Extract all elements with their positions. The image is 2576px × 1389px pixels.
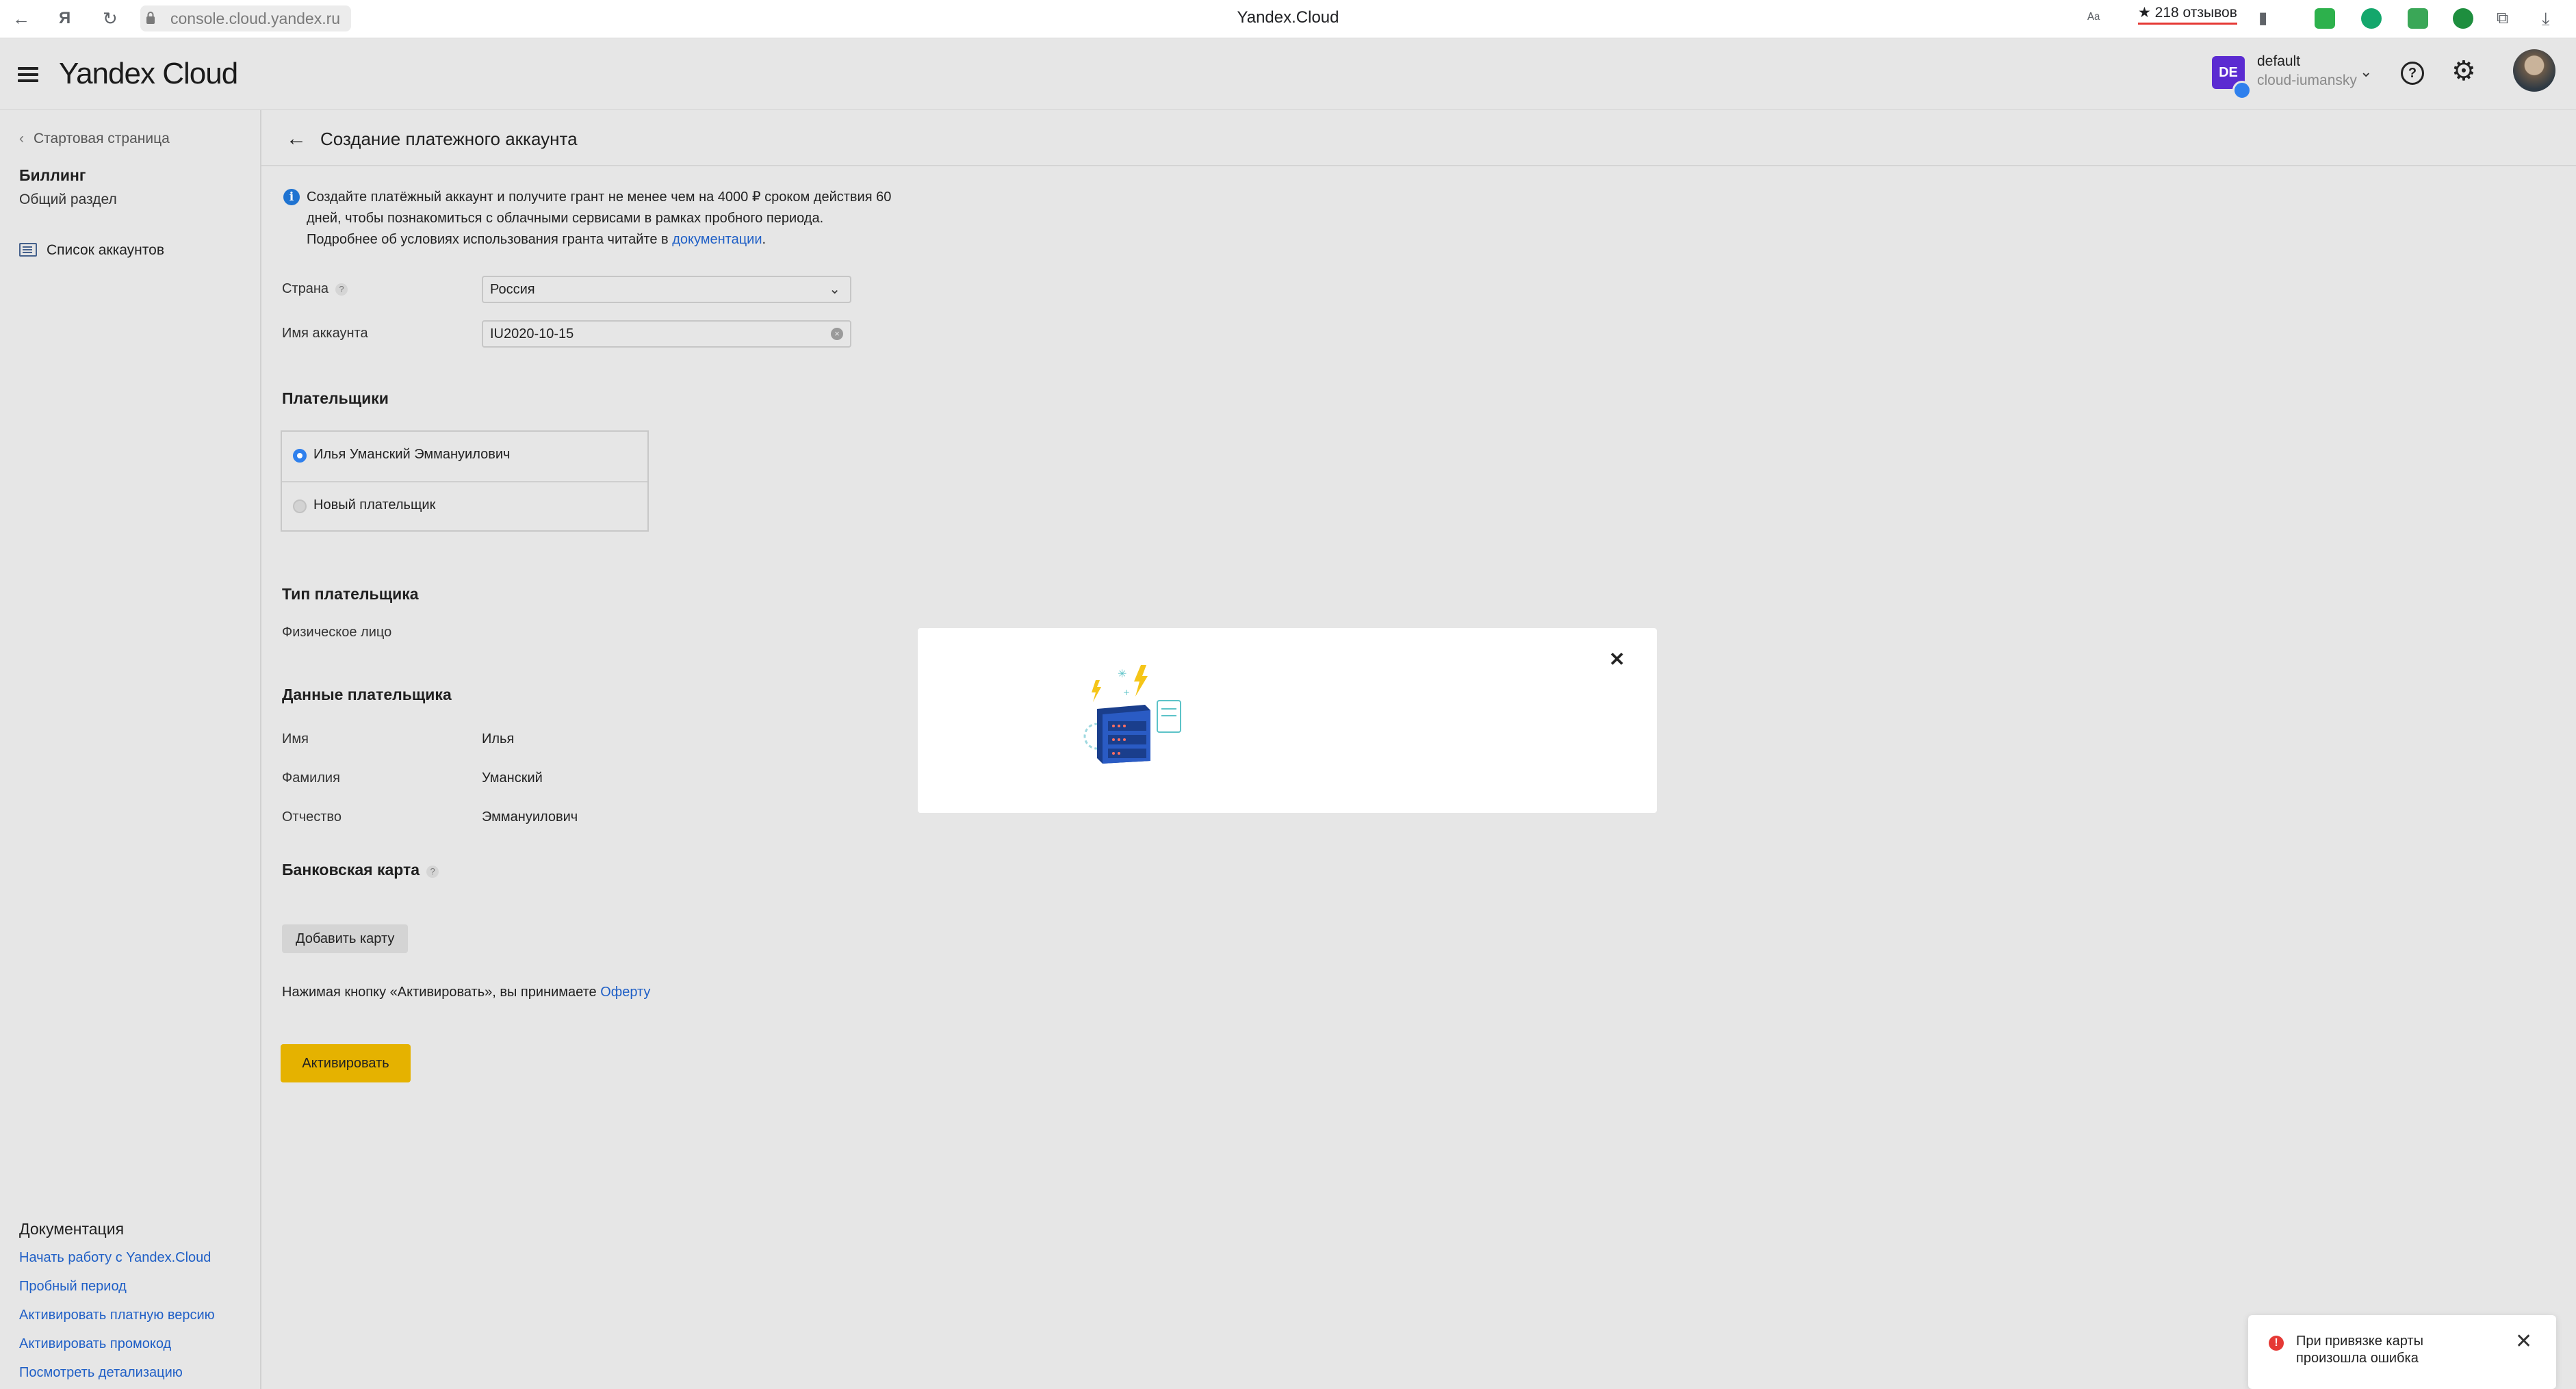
- section-title: Биллинг: [19, 166, 86, 184]
- logo-cloud: Cloud: [162, 57, 238, 90]
- payer-label: Новый плательщик: [313, 497, 436, 512]
- payer-type-heading: Тип плательщика: [282, 585, 419, 603]
- back-arrow-icon[interactable]: ←: [286, 127, 307, 150]
- app-header: Yandex Cloud DE default cloud-iumansky ⌄…: [0, 38, 2576, 110]
- patronymic-value: Эммануилович: [482, 809, 578, 825]
- country-select[interactable]: Россия ⌄: [482, 276, 851, 303]
- page-title-text: Создание платежного аккаунта: [320, 129, 578, 149]
- svg-text:+: +: [1123, 688, 1130, 697]
- doc-link[interactable]: Активировать промокод: [19, 1336, 171, 1352]
- account-name[interactable]: default: [2257, 53, 2300, 70]
- offer-text: Нажимая кнопку «Активировать», вы приним…: [282, 985, 650, 1000]
- error-icon: !: [2269, 1336, 2284, 1351]
- radio-unchecked-icon[interactable]: [293, 499, 307, 513]
- sidebar-item-accounts[interactable]: Список аккаунтов: [19, 242, 164, 259]
- offer-body: Нажимая кнопку «Активировать», вы приним…: [282, 985, 601, 1000]
- reviews-badge[interactable]: ★ 218 отзывов: [2138, 4, 2237, 25]
- reload-icon[interactable]: ↻: [103, 7, 118, 30]
- bank-card-heading-text: Банковская карта: [282, 861, 420, 879]
- lock-icon: [146, 12, 155, 24]
- doc-link[interactable]: Начать работу с Yandex.Cloud: [19, 1250, 211, 1266]
- info-body: Создайте платёжный аккаунт и получите гр…: [307, 190, 892, 247]
- payer-option[interactable]: Новый плательщик: [282, 482, 647, 532]
- question-icon[interactable]: ?: [335, 283, 348, 296]
- list-icon: [19, 243, 37, 257]
- sidebar-item-label: Список аккаунтов: [47, 242, 164, 258]
- last-name-value: Уманский: [482, 770, 543, 786]
- payers-heading: Плательщики: [282, 389, 389, 407]
- close-icon[interactable]: ✕: [1609, 650, 1625, 669]
- docs-link[interactable]: документации: [672, 232, 762, 247]
- account-name-label: Имя аккаунта: [282, 326, 368, 341]
- payer-label: Илья Уманский Эммануилович: [313, 447, 511, 462]
- patronymic-label: Отчество: [282, 809, 342, 825]
- back-arrow-icon[interactable]: ←: [12, 7, 30, 30]
- bank-card-heading: Банковская карта?: [282, 861, 439, 879]
- question-icon[interactable]: ?: [426, 866, 439, 878]
- back-to-start-link[interactable]: ‹ Стартовая страница: [19, 131, 170, 147]
- yandex-logo-icon[interactable]: Я: [59, 7, 70, 30]
- offer-link[interactable]: Оферту: [600, 985, 650, 1000]
- add-card-button[interactable]: Добавить карту: [282, 924, 409, 953]
- section-subtitle: Общий раздел: [19, 192, 117, 207]
- info-text: Создайте платёжный аккаунт и получите гр…: [307, 190, 892, 247]
- gear-icon[interactable]: ⚙: [2451, 57, 2476, 85]
- server-rack-illustration: ✳ +: [1083, 665, 1181, 764]
- clear-icon[interactable]: ×: [831, 328, 843, 340]
- radio-checked-icon[interactable]: [293, 449, 307, 463]
- first-name-label: Имя: [282, 731, 309, 747]
- payer-data-heading: Данные плательщика: [282, 686, 452, 703]
- account-name-value: IU2020-10-15: [490, 326, 574, 341]
- payers-list: Илья Уманский Эммануилович Новый платель…: [281, 430, 649, 532]
- svg-text:✳: ✳: [1118, 667, 1126, 680]
- back-label: Стартовая страница: [34, 131, 170, 146]
- sidebar: ‹ Стартовая страница Биллинг Общий раздел…: [0, 110, 261, 1389]
- logo-yandex: Yandex: [59, 57, 155, 90]
- extension-icon[interactable]: [2408, 8, 2428, 29]
- cloud-name[interactable]: cloud-iumansky: [2257, 73, 2357, 89]
- page-title: ← Создание платежного аккаунта: [286, 125, 578, 153]
- collections-icon[interactable]: ⧉: [2497, 7, 2508, 30]
- help-icon[interactable]: ?: [2401, 62, 2424, 85]
- close-icon[interactable]: ✕: [2515, 1332, 2532, 1352]
- chevron-left-icon: ‹: [19, 131, 24, 146]
- reader-mode-icon[interactable]: ᴬᵃ: [2087, 7, 2100, 30]
- cloud-badge-icon: [2232, 81, 2252, 100]
- country-label-text: Страна: [282, 281, 329, 296]
- last-name-label: Фамилия: [282, 770, 340, 786]
- address-bar[interactable]: console.cloud.yandex.ru: [140, 5, 351, 31]
- shield-extension-icon[interactable]: [2315, 8, 2335, 29]
- country-label: Страна?: [282, 281, 348, 297]
- info-icon: i: [283, 189, 300, 205]
- url-text: console.cloud.yandex.ru: [170, 10, 341, 27]
- first-name-value: Илья: [482, 731, 515, 747]
- chevron-down-icon[interactable]: ⌄: [2360, 63, 2372, 81]
- doc-link[interactable]: Активировать платную версию: [19, 1308, 215, 1323]
- browser-toolbar: ← Я ↻ console.cloud.yandex.ru Yandex.Clo…: [0, 0, 2576, 38]
- error-toast: ! При привязке карты произошла ошибка ✕: [2248, 1315, 2556, 1389]
- docs-title: Документация: [19, 1220, 125, 1238]
- activate-button[interactable]: Активировать: [281, 1044, 411, 1082]
- menu-icon[interactable]: [18, 67, 38, 82]
- download-icon[interactable]: ⤓: [2542, 7, 2550, 30]
- doc-link[interactable]: Пробный период: [19, 1279, 127, 1295]
- payer-option[interactable]: Илья Уманский Эммануилович: [282, 432, 647, 482]
- chevron-down-icon: ⌄: [829, 282, 840, 297]
- loading-modal: ✕ ✳ +: [918, 628, 1657, 813]
- yandex-cloud-logo[interactable]: Yandex Cloud: [59, 53, 238, 94]
- extension-icon[interactable]: [2453, 8, 2473, 29]
- grammarly-icon[interactable]: [2361, 8, 2382, 29]
- payer-type-value: Физическое лицо: [282, 625, 392, 640]
- bookmark-icon[interactable]: ▮: [2258, 7, 2267, 30]
- country-value: Россия: [490, 282, 535, 297]
- toast-message: При привязке карты произошла ошибка: [2296, 1334, 2423, 1366]
- account-name-input[interactable]: IU2020-10-15 ×: [482, 320, 851, 348]
- doc-link[interactable]: Посмотреть детализацию: [19, 1365, 183, 1381]
- divider: [261, 165, 2576, 166]
- user-avatar[interactable]: [2513, 49, 2555, 92]
